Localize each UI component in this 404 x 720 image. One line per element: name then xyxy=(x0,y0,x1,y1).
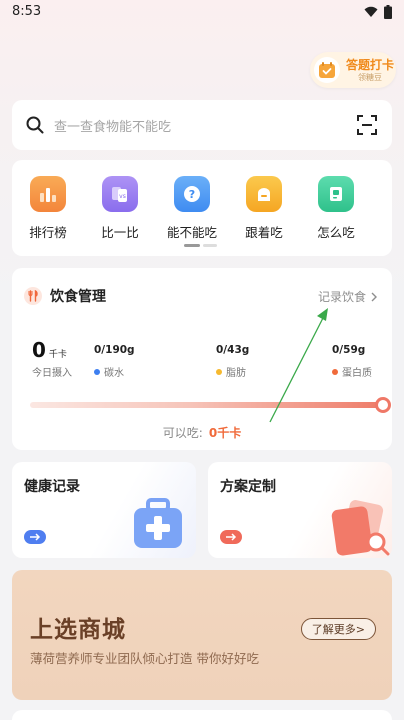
diet-header: 饮食管理 xyxy=(24,286,106,306)
diet-management-card: 饮食管理 记录饮食 0 千卡 今日摄入 0/190g 碳水 0/43g 脂肪 0/… xyxy=(12,268,392,450)
macro-protein: 0/59g 蛋白质 xyxy=(332,344,372,379)
macro-value: 0/43g xyxy=(216,344,250,356)
macro-label: 蛋白质 xyxy=(342,368,372,379)
calorie-progress-bar xyxy=(30,402,384,408)
search-input[interactable]: 查一查食物能不能吃 xyxy=(54,116,356,135)
battery-icon xyxy=(384,5,392,19)
record-diet-label: 记录饮食 xyxy=(317,290,366,304)
macro-value: 0/190g xyxy=(94,344,135,356)
checkin-title: 答题打卡 xyxy=(346,57,395,72)
quick-label: 排行榜 xyxy=(29,225,67,240)
macro-label: 脂肪 xyxy=(226,368,246,379)
quick-label: 能不能吃 xyxy=(166,225,217,240)
quick-item-ranking[interactable]: 排行榜 xyxy=(12,176,84,241)
scan-icon[interactable] xyxy=(356,114,378,136)
next-card-peek xyxy=(12,710,392,720)
diet-title: 饮食管理 xyxy=(50,289,106,305)
checkin-subtitle: 领糖豆 xyxy=(358,72,382,82)
can-eat-label: 可以吃: xyxy=(162,426,203,440)
mall-banner[interactable]: 上选商城 薄荷营养师专业团队倾心打造 带你好好吃 了解更多> xyxy=(12,570,392,700)
fat-dot xyxy=(216,368,222,375)
page-indicator xyxy=(184,244,218,247)
plan-title: 方案定制 xyxy=(220,479,276,495)
quick-item-can-eat[interactable]: ? 能不能吃 xyxy=(156,176,228,241)
arrow-right-icon xyxy=(220,530,242,544)
record-diet-link[interactable]: 记录饮食 xyxy=(318,288,378,305)
mall-title: 上选商城 xyxy=(30,617,126,643)
arrow-right-icon xyxy=(24,530,46,544)
can-eat-summary: 可以吃: 0千卡 xyxy=(12,424,392,441)
can-eat-value: 0千卡 xyxy=(208,426,242,440)
document-search-icon xyxy=(331,500,390,556)
quick-item-how-eat[interactable]: 怎么吃 xyxy=(300,176,372,241)
wifi-icon xyxy=(364,6,378,17)
quick-menu: 排行榜 vs 比一比 ? 能不能吃 跟着吃 怎么吃 xyxy=(12,160,392,256)
quick-label: 跟着吃 xyxy=(245,225,283,240)
status-time: 8:53 xyxy=(12,4,42,19)
utensils-icon xyxy=(24,287,42,305)
health-record-title: 健康记录 xyxy=(24,479,80,495)
quick-item-follow-eat[interactable]: 跟着吃 xyxy=(228,176,300,241)
calendar-icon xyxy=(314,57,340,83)
svg-text:vs: vs xyxy=(119,193,126,200)
macro-label: 碳水 xyxy=(104,368,124,379)
search-bar[interactable]: 查一查食物能不能吃 xyxy=(12,100,392,150)
protein-dot xyxy=(332,368,338,375)
status-icons xyxy=(364,5,392,19)
kcal-intake: 0 千卡 今日摄入 xyxy=(32,338,72,379)
plan-customization-card[interactable]: 方案定制 xyxy=(208,462,392,558)
carbs-dot xyxy=(94,368,100,375)
kcal-value: 0 xyxy=(32,338,46,362)
progress-knob xyxy=(375,397,391,413)
macro-fat: 0/43g 脂肪 xyxy=(216,344,249,379)
macro-carbs: 0/190g 碳水 xyxy=(94,344,135,379)
checkin-button[interactable]: 答题打卡 领糖豆 xyxy=(310,52,396,88)
quick-item-compare[interactable]: vs 比一比 xyxy=(84,176,156,241)
quick-label: 怎么吃 xyxy=(317,225,355,240)
chevron-right-icon xyxy=(371,292,377,301)
learn-more-button[interactable]: 了解更多> xyxy=(300,618,376,640)
medical-kit-icon xyxy=(134,498,182,548)
macro-value: 0/59g xyxy=(332,344,366,356)
question-icon: ? xyxy=(174,176,210,212)
recipe-icon xyxy=(318,176,354,212)
kcal-unit: 千卡 xyxy=(48,350,67,360)
kcal-label: 今日摄入 xyxy=(32,368,72,379)
search-icon xyxy=(26,116,44,134)
health-record-card[interactable]: 健康记录 xyxy=(12,462,196,558)
mall-subtitle: 薄荷营养师专业团队倾心打造 带你好好吃 xyxy=(30,651,259,666)
ranking-icon xyxy=(30,176,66,212)
svg-text:?: ? xyxy=(189,188,195,201)
bread-icon xyxy=(246,176,282,212)
status-bar: 8:53 xyxy=(0,0,404,26)
compare-icon: vs xyxy=(102,176,138,212)
quick-label: 比一比 xyxy=(101,225,139,240)
